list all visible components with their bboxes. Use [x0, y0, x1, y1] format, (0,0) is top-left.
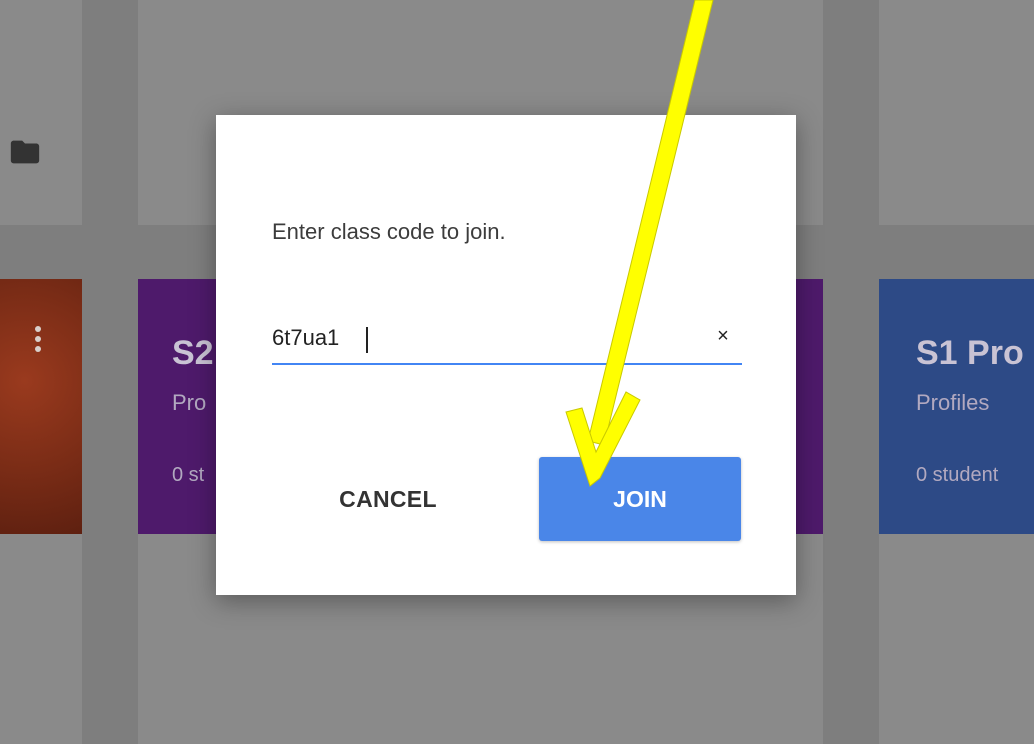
course-card-1-body	[0, 534, 82, 744]
course-card-4-title[interactable]: S1 Pro	[916, 334, 1024, 373]
folder-icon-svg	[10, 140, 40, 164]
course-card-2-subtitle: Pro	[172, 390, 207, 415]
page: S2 Pro 0 st S1 Pro Profiles 0 student En…	[0, 0, 1034, 744]
course-card-4-top	[879, 0, 1034, 225]
course-card-1-header[interactable]	[0, 279, 82, 534]
course-card-4-count: 0 student	[916, 464, 999, 486]
course-card-1-top	[0, 0, 82, 225]
course-card-4-subtitle: Profiles	[916, 390, 990, 415]
course-card-4-body	[879, 534, 1034, 744]
class-code-input[interactable]	[272, 321, 692, 355]
folder-icon[interactable]	[8, 135, 42, 169]
text-caret	[366, 327, 368, 353]
cancel-button[interactable]: CANCEL	[304, 457, 472, 541]
more-options-icon[interactable]	[33, 326, 43, 360]
join-class-dialog: Enter class code to join. × CANCEL JOIN	[216, 115, 796, 595]
class-code-field[interactable]: ×	[272, 315, 742, 365]
dialog-prompt: Enter class code to join.	[272, 219, 506, 244]
course-card-2-count: 0 st	[172, 464, 205, 486]
clear-icon[interactable]: ×	[708, 321, 738, 351]
course-card-2-title[interactable]: S2	[172, 334, 214, 373]
join-button[interactable]: JOIN	[539, 457, 741, 541]
